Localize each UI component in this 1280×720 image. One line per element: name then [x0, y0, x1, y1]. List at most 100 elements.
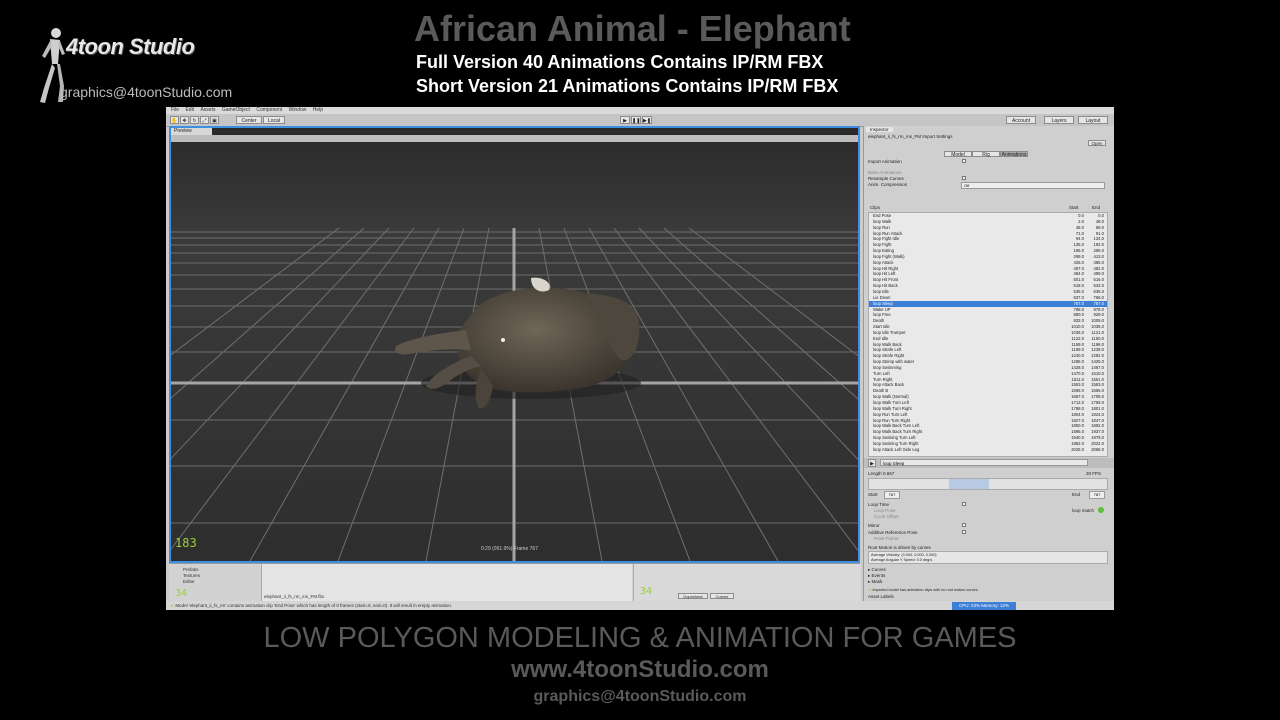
end-label: End [1072, 492, 1081, 497]
frame-counter: 183 [175, 536, 197, 550]
asset-browser[interactable]: elephant_ii_fs_rm_ms_FM.fbx [261, 564, 632, 601]
clip-range[interactable] [949, 479, 989, 489]
menu-assets[interactable]: Assets [200, 107, 215, 113]
move-tool-icon[interactable]: ✥ [180, 116, 189, 124]
folder-tree: Prefabs Textures Editor [183, 567, 200, 585]
playback-caption: 0:29 (061.9%) Frame 767 [481, 546, 538, 552]
pivot-local-button[interactable]: Local [263, 116, 285, 124]
menu-component[interactable]: Component [256, 107, 282, 113]
clips-col-start: Start [1069, 205, 1079, 210]
tagline: LOW POLYGON MODELING & ANIMATION FOR GAM… [263, 622, 1017, 654]
warning-icon: ⚠ [170, 603, 175, 608]
project-panel: Prefabs Textures Editor 34 elephant_ii_f… [169, 563, 861, 602]
asset-count-right: 34 [640, 586, 653, 597]
asset-labels: Asset Labels [868, 594, 894, 599]
layout-dropdown[interactable]: Layout [1078, 116, 1108, 124]
clip-header-bar: ▶ loop Sleep [864, 458, 1114, 468]
step-icon[interactable]: ▶❚ [642, 116, 652, 124]
pivot-center-button[interactable]: Center [236, 116, 262, 124]
clip-name-field[interactable]: loop Sleep [880, 459, 1088, 466]
subtitle-short-version: Short Version 21 Animations Contains IP/… [416, 76, 839, 96]
velocity-box: Average Velocity: (0.000, 0.000, 0.000) … [868, 551, 1108, 564]
warning-icon: ⚠ [868, 588, 872, 592]
tab-inspector[interactable]: Inspector [866, 127, 893, 132]
editor-window: File Edit Assets GameObject Component Wi… [166, 107, 1114, 610]
elephant-model[interactable] [381, 268, 651, 418]
folder-editor[interactable]: Editor [183, 579, 200, 585]
loop-match-indicator [1098, 507, 1104, 513]
open-button[interactable]: Open [1088, 140, 1106, 146]
cycle-offset-label: Cycle Offset [874, 514, 899, 519]
pose-frame-label: Pose Frame [874, 536, 899, 541]
page-title: African Animal - Elephant [414, 8, 851, 49]
additive-ref-checkbox[interactable] [962, 530, 966, 534]
import-animation-checkbox[interactable] [962, 159, 966, 163]
menu-gameobject[interactable]: GameObject [222, 107, 250, 113]
rect-tool-icon[interactable]: ▣ [210, 116, 219, 124]
tab-model[interactable]: Model [944, 151, 972, 158]
mirror-label: Mirror [868, 523, 880, 528]
menu-edit[interactable]: Edit [185, 107, 194, 113]
clip-play-icon[interactable]: ▶ [868, 459, 876, 467]
root-motion-label: Root Motion is driven by curves [868, 545, 931, 550]
bake-animations-label: Bake Animations [868, 170, 902, 175]
start-field[interactable]: 767 [884, 491, 900, 499]
menu-bar: File Edit Assets GameObject Component Wi… [166, 107, 1114, 114]
avg-velocity: Average Velocity: (0.000, 0.000, 0.000) [871, 553, 937, 557]
loop-pose-label: Loop Pose [874, 508, 896, 513]
clip-row[interactable]: loop Attack Left Side Leg 2026.0 2066.0 [869, 447, 1107, 453]
clips-list[interactable]: End Pose 0.0 0.0 loop Walk 2.0 48.0 loop Run 48… [868, 212, 1108, 457]
section-mask[interactable]: ▸ Mask [868, 579, 882, 585]
clip-start: 2026.0 [1071, 446, 1084, 452]
menu-window[interactable]: Window [289, 107, 307, 113]
studio-logo-text: 4toon Studio [66, 34, 195, 59]
hand-tool-icon[interactable]: ✋ [170, 116, 179, 124]
menu-help[interactable]: Help [313, 107, 323, 113]
loop-time-label: Loop Time [868, 502, 890, 507]
selected-file-path: elephant_ii_fs_rm_ms_FM.fbx [264, 594, 325, 599]
clips-col-end: End [1092, 205, 1101, 210]
layers-dropdown[interactable]: Layers [1044, 116, 1074, 124]
resample-curves-label: Resample Curves [868, 176, 904, 181]
preview-viewport[interactable]: Preview 183 0:29 (061.9%) Frame 767 [169, 126, 860, 563]
clip-range-values: 2026.0 2066.0 [1068, 447, 1104, 453]
dopesheet-button[interactable]: Dopesheet [678, 593, 708, 599]
clip-timeline[interactable] [868, 478, 1108, 490]
pause-icon[interactable]: ❚❚ [631, 116, 641, 124]
cpu-status-badge: CPU: 23% Memory: 12% [952, 602, 1016, 610]
tab-rig[interactable]: Rig [972, 151, 1000, 158]
mirror-checkbox[interactable] [962, 523, 966, 527]
start-label: Start [868, 492, 878, 497]
inspector-panel: Inspector elephant_ii_fs_rm_ms_FM Import… [863, 126, 1114, 601]
additive-ref-label: Additive Reference Pose [868, 530, 918, 535]
tab-animations[interactable]: Animations [1000, 151, 1028, 158]
studio-email: graphics@4toonStudio.com [60, 84, 233, 100]
anim-compression-label: Anim. Compression [868, 182, 908, 187]
status-message: Model 'elephant_ii_fs_rm' contains anima… [175, 603, 453, 608]
length-label: Length 0.667 [868, 471, 895, 476]
play-icon[interactable]: ▶ [620, 116, 630, 124]
scale-tool-icon[interactable]: ⤢ [200, 116, 209, 124]
avg-angular: Average Angular Y Speed: 0.0 deg/s [871, 558, 933, 562]
website-link[interactable]: www.4toonStudio.com [0, 656, 1280, 684]
loop-match-label: loop match [1072, 508, 1095, 513]
rotate-tool-icon[interactable]: ↻ [190, 116, 199, 124]
subtitle-full-version: Full Version 40 Animations Contains IP/R… [416, 52, 824, 72]
clip-name: loop Attack Left Side Leg [873, 446, 920, 452]
asset-count-left: 34 [175, 588, 188, 599]
asset-title: elephant_ii_fs_rm_ms_FM Import Settings [868, 134, 953, 139]
resample-curves-checkbox[interactable] [962, 176, 966, 180]
import-animation-label: Import Animation [868, 159, 902, 164]
animation-panel: 34 Dopesheet Curves [633, 564, 861, 601]
footer-email[interactable]: graphics@4toonStudio.com [0, 688, 1280, 706]
loop-time-checkbox[interactable] [962, 502, 966, 506]
clip-end: 2066.0 [1091, 446, 1104, 452]
import-tabs: Model Rig Animations [944, 151, 1028, 158]
menu-file[interactable]: File [171, 107, 179, 113]
anim-compression-dropdown[interactable]: Off [961, 182, 1105, 189]
fps-value: 30 FPS [1086, 471, 1102, 476]
account-dropdown[interactable]: Account [1006, 116, 1036, 124]
curves-button[interactable]: Curves [710, 593, 734, 599]
end-field[interactable]: 787 [1089, 491, 1105, 499]
clips-header: Clips [870, 205, 881, 210]
